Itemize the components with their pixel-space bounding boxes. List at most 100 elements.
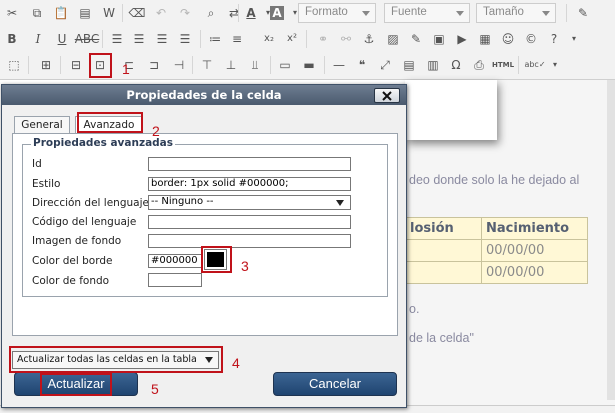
- table-header-cell[interactable]: Nacimiento: [481, 217, 588, 240]
- border-color-input[interactable]: #000000: [148, 254, 202, 268]
- youtube-icon[interactable]: ▶: [453, 30, 471, 48]
- table-cell[interactable]: 00/00/00: [481, 261, 588, 284]
- subscript-icon[interactable]: x₂: [260, 30, 278, 48]
- image-icon[interactable]: ▨: [384, 30, 402, 48]
- blockquote-icon[interactable]: ❝: [353, 56, 371, 74]
- anchor-icon[interactable]: ⚓: [360, 30, 378, 48]
- bullet-list-icon[interactable]: ≔: [206, 30, 224, 48]
- annotation-box-2: [77, 112, 143, 133]
- redo-icon[interactable]: ↷: [176, 4, 194, 22]
- html-icon[interactable]: HTML: [492, 56, 514, 74]
- special-char-icon[interactable]: ©: [522, 30, 540, 48]
- annotation-number-4: 4: [232, 355, 240, 371]
- border-color-label: Color del borde: [32, 255, 113, 267]
- language-code-label: Código del lenguaje: [32, 216, 137, 228]
- annotation-number-2: 2: [152, 123, 160, 139]
- background-image-label: Imagen de fondo: [32, 235, 122, 247]
- background-image-input[interactable]: [148, 234, 351, 248]
- horizontal-rule-icon[interactable]: —: [330, 56, 348, 74]
- unlink-icon[interactable]: ⚯: [337, 30, 355, 48]
- size-select-label: Tamaño: [483, 6, 524, 18]
- copy-icon[interactable]: ⧉: [28, 4, 46, 22]
- background-color-input[interactable]: [148, 273, 202, 287]
- paste-word-icon[interactable]: W: [100, 4, 118, 22]
- paste-icon[interactable]: 📋: [52, 4, 70, 22]
- insert-col-before-icon[interactable]: ⊤: [198, 56, 216, 74]
- content-text-line: deo donde solo la he dejado al: [409, 173, 580, 187]
- align-left-icon[interactable]: ☰: [108, 30, 126, 48]
- numbered-list-icon[interactable]: ≡: [228, 30, 246, 48]
- format-select-label: Formato: [305, 6, 348, 18]
- close-button[interactable]: [374, 88, 400, 103]
- id-input[interactable]: [148, 157, 351, 171]
- media-icon[interactable]: ▣: [430, 30, 448, 48]
- size-select[interactable]: Tamaño: [476, 3, 556, 23]
- chevron-down-icon: [362, 11, 370, 16]
- spellcheck-dropdown-icon[interactable]: ▾: [546, 56, 564, 74]
- italic-icon[interactable]: I: [29, 30, 47, 48]
- clear-format-icon[interactable]: ✎: [574, 4, 592, 22]
- help-dropdown-icon[interactable]: ▾: [565, 30, 583, 48]
- table-cell[interactable]: [405, 239, 482, 262]
- annotation-box-5: [40, 373, 112, 396]
- superscript-icon[interactable]: x²: [283, 30, 301, 48]
- edit-icon[interactable]: ✎: [407, 30, 425, 48]
- dialog-title[interactable]: Propiedades de la celda: [2, 85, 406, 105]
- annotation-box-3: [201, 246, 232, 273]
- direction-select[interactable]: -- Ninguno --: [148, 195, 351, 210]
- emoticon-icon[interactable]: ☺: [499, 30, 517, 48]
- format-select[interactable]: Formato: [298, 3, 376, 23]
- visual-aid-icon[interactable]: ▤: [400, 56, 418, 74]
- editor-toolbar: ✂ ⧉ 📋 ▤ W ⌫ ↶ ↷ ⌕ ⇄ A ▾ A ▾ Formato Fuen…: [0, 0, 615, 80]
- tab-general[interactable]: General: [14, 116, 70, 133]
- annotation-number-1: 1: [122, 61, 130, 77]
- paste-text-icon[interactable]: ▤: [76, 4, 94, 22]
- cut-icon[interactable]: ✂: [3, 4, 21, 22]
- strikethrough-icon[interactable]: ABC: [75, 30, 100, 48]
- content-text-line: de la celda": [409, 331, 474, 345]
- select-all-icon[interactable]: ⬚: [5, 56, 23, 74]
- annotation-box-1: [89, 53, 112, 78]
- direction-select-value: -- Ninguno --: [151, 196, 214, 207]
- table-cell[interactable]: 00/00/00: [481, 239, 588, 262]
- background-color-label: Color de fondo: [32, 275, 110, 287]
- print-icon[interactable]: ⎙: [470, 56, 488, 74]
- align-center-icon[interactable]: ☰: [130, 30, 148, 48]
- text-color-icon[interactable]: A: [242, 4, 260, 22]
- table-icon[interactable]: ⊞: [37, 56, 55, 74]
- align-justify-icon[interactable]: ☰: [176, 30, 194, 48]
- fullscreen-icon[interactable]: ⤢: [376, 56, 394, 74]
- row-properties-icon[interactable]: ⊟: [67, 56, 85, 74]
- style-input[interactable]: border: 1px solid #000000;: [148, 177, 351, 191]
- cancel-button[interactable]: Cancelar: [273, 372, 397, 396]
- content-text-line: o.: [409, 302, 420, 316]
- undo-icon[interactable]: ↶: [152, 4, 170, 22]
- merge-cells-icon[interactable]: ▬: [300, 56, 318, 74]
- font-select[interactable]: Fuente: [384, 3, 470, 23]
- embed-icon[interactable]: ▦: [476, 30, 494, 48]
- delete-col-icon[interactable]: ⫫: [246, 56, 264, 74]
- spellcheck-icon[interactable]: abc✓: [524, 56, 546, 74]
- align-right-icon[interactable]: ☰: [153, 30, 171, 48]
- replace-icon[interactable]: ⇄: [225, 4, 243, 22]
- remove-format-icon[interactable]: ⌫: [128, 4, 146, 22]
- content-table[interactable]: losión Nacimiento 00/00/00 00/00/00: [405, 217, 588, 284]
- language-code-input[interactable]: [148, 215, 351, 229]
- annotation-number-5: 5: [151, 381, 159, 397]
- table-cell[interactable]: [405, 261, 482, 284]
- template-icon[interactable]: ▥: [424, 56, 442, 74]
- link-icon[interactable]: ⚭: [314, 30, 332, 48]
- background-color-icon[interactable]: A: [270, 6, 284, 20]
- delete-row-icon[interactable]: ⊣: [170, 56, 188, 74]
- table-header-cell[interactable]: losión: [405, 217, 482, 240]
- help-icon[interactable]: ?: [545, 30, 563, 48]
- editor-scrollbar[interactable]: [607, 80, 615, 400]
- split-cell-icon[interactable]: ▭: [276, 56, 294, 74]
- insert-col-after-icon[interactable]: ⊥: [222, 56, 240, 74]
- omega-icon[interactable]: Ω: [447, 56, 465, 74]
- insert-row-after-icon[interactable]: ⊐: [145, 56, 163, 74]
- underline-icon[interactable]: U: [53, 30, 71, 48]
- bold-icon[interactable]: B: [3, 30, 21, 48]
- find-icon[interactable]: ⌕: [202, 4, 220, 22]
- annotation-box-4: [9, 346, 223, 373]
